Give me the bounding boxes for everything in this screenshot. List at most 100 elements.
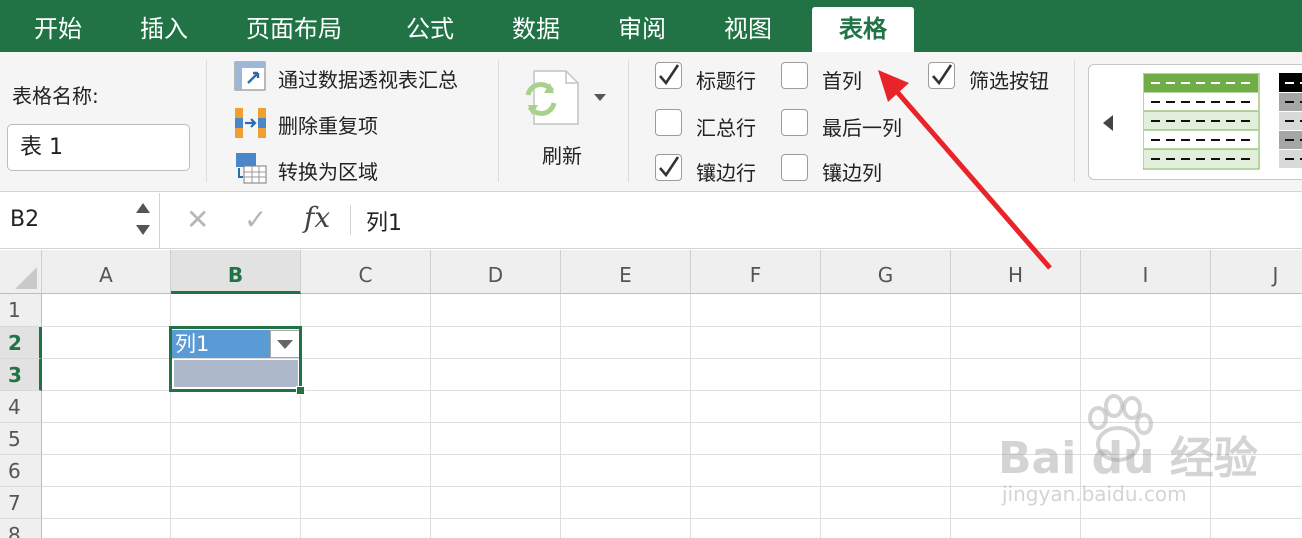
table-style-green[interactable] (1143, 73, 1261, 171)
fill-handle[interactable] (296, 386, 305, 395)
row-header-1[interactable]: 1 (0, 294, 42, 327)
cell-f8[interactable] (691, 519, 821, 538)
banded-rows-checkbox[interactable] (655, 154, 682, 181)
cell-g8[interactable] (821, 519, 951, 538)
cell-e1[interactable] (561, 294, 691, 327)
cell-g6[interactable] (821, 455, 951, 487)
row-header-8[interactable]: 8 (0, 519, 42, 538)
name-box[interactable]: B2 (0, 193, 160, 249)
cell-e6[interactable] (561, 455, 691, 487)
total-row-checkbox[interactable] (655, 109, 682, 136)
cell-b5[interactable] (171, 423, 301, 455)
row-header-3[interactable]: 3 (0, 359, 42, 391)
cell-a7[interactable] (42, 487, 171, 519)
cell-j7[interactable] (1211, 487, 1302, 519)
last-column-checkbox[interactable] (781, 109, 808, 136)
column-header-b[interactable]: B (171, 250, 301, 294)
cell-g7[interactable] (821, 487, 951, 519)
cell-c8[interactable] (301, 519, 431, 538)
row-header-6[interactable]: 6 (0, 455, 42, 487)
row-header-4[interactable]: 4 (0, 391, 42, 423)
column-header-g[interactable]: G (821, 250, 951, 294)
tab-insert[interactable]: 插入 (140, 0, 188, 52)
cell-f3[interactable] (691, 359, 821, 391)
cell-d2[interactable] (431, 327, 561, 359)
column-header-i[interactable]: I (1081, 250, 1211, 294)
cell-e8[interactable] (561, 519, 691, 538)
cell-f2[interactable] (691, 327, 821, 359)
cell-d4[interactable] (431, 391, 561, 423)
cell-c6[interactable] (301, 455, 431, 487)
cell-e4[interactable] (561, 391, 691, 423)
select-all-corner[interactable] (0, 250, 42, 294)
cell-h3[interactable] (951, 359, 1081, 391)
cell-d1[interactable] (431, 294, 561, 327)
cell-f1[interactable] (691, 294, 821, 327)
formula-input[interactable]: 列1 (366, 205, 402, 237)
cell-c7[interactable] (301, 487, 431, 519)
chevron-left-icon[interactable] (1103, 115, 1113, 131)
cell-b4[interactable] (171, 391, 301, 423)
cell-j1[interactable] (1211, 294, 1302, 327)
cell-c1[interactable] (301, 294, 431, 327)
cell-g5[interactable] (821, 423, 951, 455)
cell-c2[interactable] (301, 327, 431, 359)
cell-i8[interactable] (1081, 519, 1211, 538)
banded-columns-checkbox[interactable] (781, 154, 808, 181)
cell-a2[interactable] (42, 327, 171, 359)
cell-a1[interactable] (42, 294, 171, 327)
cell-j4[interactable] (1211, 391, 1302, 423)
cell-g1[interactable] (821, 294, 951, 327)
column-header-e[interactable]: E (561, 250, 691, 294)
cell-i3[interactable] (1081, 359, 1211, 391)
cell-a3[interactable] (42, 359, 171, 391)
cell-b7[interactable] (171, 487, 301, 519)
cell-c3[interactable] (301, 359, 431, 391)
cell-e5[interactable] (561, 423, 691, 455)
cell-j3[interactable] (1211, 359, 1302, 391)
cell-j8[interactable] (1211, 519, 1302, 538)
cell-d7[interactable] (431, 487, 561, 519)
cell-b8[interactable] (171, 519, 301, 538)
tab-view[interactable]: 视图 (724, 0, 772, 52)
cell-d8[interactable] (431, 519, 561, 538)
header-row-checkbox[interactable] (655, 62, 682, 89)
tab-review[interactable]: 审阅 (618, 0, 666, 52)
cell-d5[interactable] (431, 423, 561, 455)
cell-h4[interactable] (951, 391, 1081, 423)
cell-b1[interactable] (171, 294, 301, 327)
cell-h8[interactable] (951, 519, 1081, 538)
column-header-d[interactable]: D (431, 250, 561, 294)
cell-a5[interactable] (42, 423, 171, 455)
cell-h2[interactable] (951, 327, 1081, 359)
first-column-checkbox[interactable] (781, 62, 808, 89)
tab-home[interactable]: 开始 (34, 0, 82, 52)
cell-f4[interactable] (691, 391, 821, 423)
cell-b6[interactable] (171, 455, 301, 487)
tab-data[interactable]: 数据 (512, 0, 560, 52)
cell-i1[interactable] (1081, 294, 1211, 327)
row-header-5[interactable]: 5 (0, 423, 42, 455)
filter-button-checkbox[interactable] (928, 62, 955, 89)
column-header-c[interactable]: C (301, 250, 431, 294)
cell-e2[interactable] (561, 327, 691, 359)
cell-a4[interactable] (42, 391, 171, 423)
insert-function-icon[interactable]: fx (304, 201, 330, 234)
cell-g2[interactable] (821, 327, 951, 359)
confirm-icon[interactable]: ✓ (244, 203, 267, 236)
column-header-f[interactable]: F (691, 250, 821, 294)
table-name-input[interactable]: 表 1 (7, 124, 190, 171)
column-header-j[interactable]: J (1211, 250, 1302, 294)
cell-d6[interactable] (431, 455, 561, 487)
cell-h1[interactable] (951, 294, 1081, 327)
table-style-gray[interactable] (1279, 73, 1302, 171)
column-header-a[interactable]: A (42, 250, 171, 294)
tab-formulas[interactable]: 公式 (406, 0, 454, 52)
cell-f7[interactable] (691, 487, 821, 519)
cell-g3[interactable] (821, 359, 951, 391)
tab-page-layout[interactable]: 页面布局 (246, 0, 342, 52)
cell-f6[interactable] (691, 455, 821, 487)
cell-c4[interactable] (301, 391, 431, 423)
cell-a8[interactable] (42, 519, 171, 538)
spin-down-icon[interactable] (136, 225, 150, 235)
